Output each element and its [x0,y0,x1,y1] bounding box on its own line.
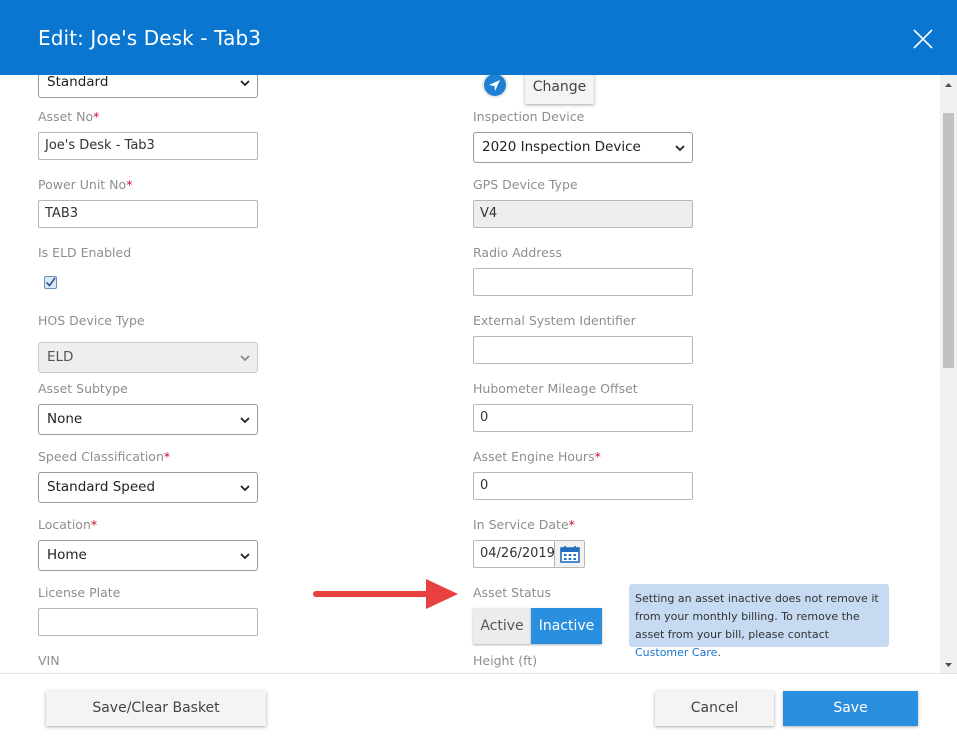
chevron-down-icon [240,485,250,492]
in-service-date-label: In Service Date* [473,517,575,532]
hubometer-mileage-offset-input[interactable]: 0 [473,404,693,432]
standard-select[interactable]: Standard [38,75,258,98]
is-eld-enabled-checkbox[interactable] [44,276,57,289]
location-arrow-icon[interactable] [481,75,509,99]
customer-care-link[interactable]: Customer Care [635,646,717,659]
change-button[interactable]: Change [525,75,594,104]
asset-no-input[interactable]: Joe's Desk - Tab3 [38,132,258,160]
calendar-icon [560,546,580,563]
radio-address-input[interactable] [473,268,693,296]
chevron-down-icon [675,145,685,152]
hubometer-mileage-offset-label: Hubometer Mileage Offset [473,381,638,396]
asset-status-active-option[interactable]: Active [473,608,531,644]
close-icon[interactable] [909,25,937,53]
checkmark-icon [45,277,56,287]
license-plate-label: License Plate [38,585,121,600]
save-clear-basket-button[interactable]: Save/Clear Basket [46,691,266,726]
date-picker-button[interactable] [554,540,585,568]
cancel-button[interactable]: Cancel [655,691,774,726]
location-select[interactable]: Home [38,540,258,571]
asset-engine-hours-label: Asset Engine Hours* [473,449,601,464]
info-suffix: . [717,646,721,659]
in-service-date-input[interactable]: 04/26/2019 [473,540,555,568]
speed-classification-label: Speed Classification* [38,449,171,464]
is-eld-enabled-label: Is ELD Enabled [38,245,132,260]
location-label: Location* [38,517,98,532]
dialog-footer: Save/Clear Basket Cancel Save [0,673,957,742]
asset-subtype-label: Asset Subtype [38,381,128,396]
dialog-header: Edit: Joe's Desk - Tab3 [0,0,957,75]
vin-label: VIN [38,653,60,668]
dialog-title: Edit: Joe's Desk - Tab3 [38,26,262,50]
asset-subtype-select[interactable]: None [38,404,258,435]
chevron-down-icon [240,355,250,362]
asset-status-label: Asset Status [473,585,551,600]
inspection-device-label: Inspection Device [473,109,585,124]
power-unit-no-input[interactable]: TAB3 [38,200,258,228]
external-system-identifier-label: External System Identifier [473,313,636,328]
speed-classification-select[interactable]: Standard Speed [38,472,258,503]
vertical-scrollbar[interactable] [940,75,957,673]
chevron-down-icon [240,553,250,560]
scroll-up-icon[interactable] [940,78,957,92]
external-system-identifier-input[interactable] [473,336,693,364]
hos-device-type-select: ELD [38,342,258,373]
asset-engine-hours-input[interactable]: 0 [473,472,693,500]
power-unit-no-label: Power Unit No* [38,177,133,192]
save-button[interactable]: Save [783,691,918,726]
asset-no-label: Asset No* [38,109,100,124]
hos-device-type-label: HOS Device Type [38,313,145,328]
radio-address-label: Radio Address [473,245,562,260]
license-plate-input[interactable] [38,608,258,636]
select-value: Standard [47,75,109,90]
inactive-billing-info: Setting an asset inactive does not remov… [629,584,889,659]
dialog-body[interactable]: Standard Asset No* Joe's Desk - Tab3 Pow… [0,75,957,673]
scrollbar-thumb[interactable] [943,113,954,368]
chevron-down-icon [240,80,250,87]
gps-device-type-label: GPS Device Type [473,177,578,192]
annotation-arrow-icon [313,579,458,609]
height-label: Height (ft) [473,653,538,668]
scroll-down-icon[interactable] [940,658,957,672]
info-text: Setting an asset inactive does not remov… [635,592,879,641]
inspection-device-select[interactable]: 2020 Inspection Device [473,132,693,163]
asset-status-inactive-option[interactable]: Inactive [531,608,602,644]
chevron-down-icon [240,417,250,424]
gps-device-type-input: V4 [473,200,693,228]
